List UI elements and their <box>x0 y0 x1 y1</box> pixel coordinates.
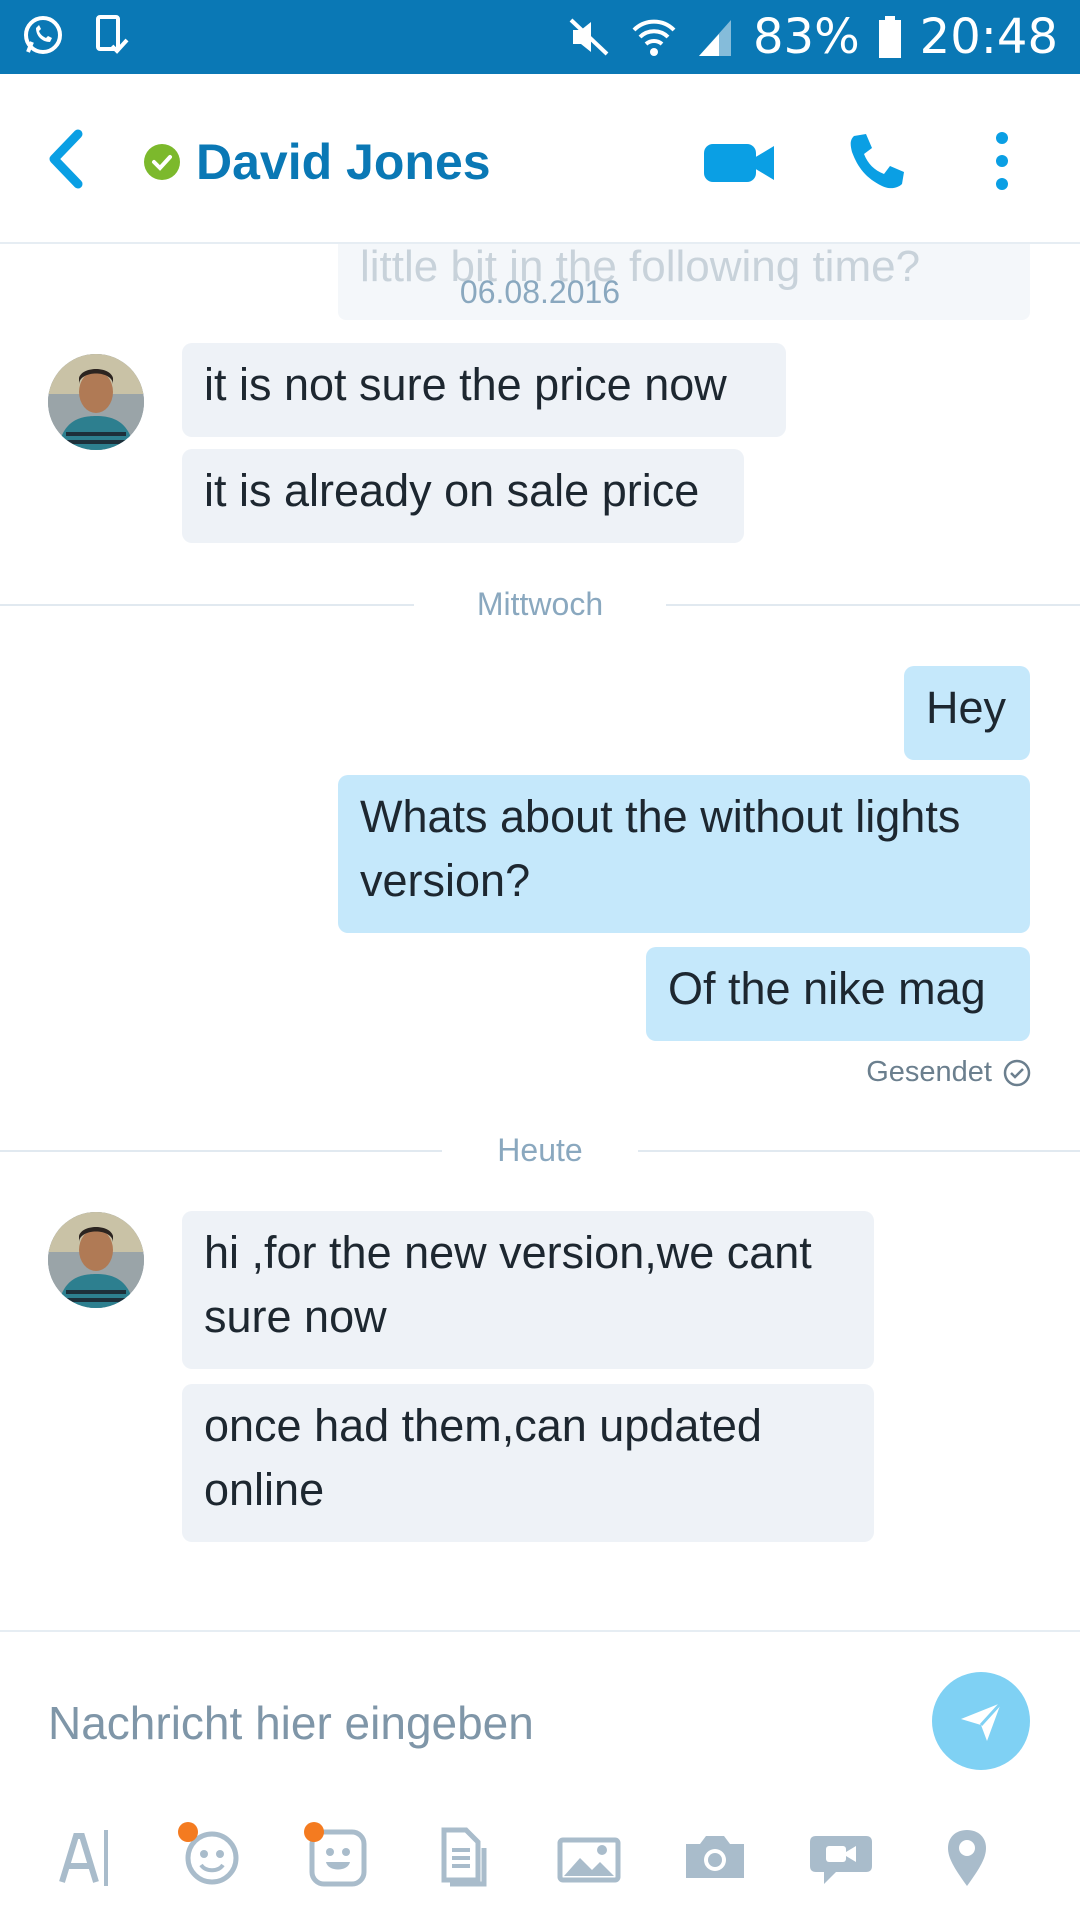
message-bubble-incoming[interactable]: it is not sure the price now <box>182 343 786 437</box>
text-format-button[interactable] <box>52 1822 122 1892</box>
message-bubble-outgoing[interactable]: Whats about the without lights version? <box>338 775 1030 933</box>
message-text: Whats about the without lights version? <box>360 791 961 906</box>
message-list[interactable]: little bit in the following time? 06.08.… <box>0 244 1080 1630</box>
message-text: it is not sure the price now <box>204 359 727 410</box>
wifi-icon <box>631 16 677 58</box>
status-text: Gesendet <box>866 1056 992 1088</box>
back-arrow-icon <box>49 129 83 189</box>
media-icon <box>557 1837 621 1883</box>
send-icon <box>961 1701 1003 1741</box>
location-button[interactable] <box>932 1822 1002 1892</box>
message-bubble-outgoing[interactable]: Hey <box>904 666 1030 760</box>
signal-icon <box>695 16 735 58</box>
media-button[interactable] <box>554 1822 624 1892</box>
whatsapp-icon <box>22 14 64 56</box>
message-input[interactable] <box>48 1688 888 1758</box>
camera-button[interactable] <box>680 1822 750 1892</box>
message-text: Of the nike mag <box>668 963 986 1014</box>
video-call-button[interactable] <box>702 140 776 186</box>
compose-toolbar <box>0 1822 1080 1902</box>
check-circle-icon <box>1003 1059 1031 1086</box>
more-options-button[interactable] <box>986 130 1018 192</box>
status-bar: 83% 20:48 <box>0 0 1080 74</box>
message-bubble-outgoing[interactable]: Of the nike mag <box>646 947 1030 1041</box>
location-icon <box>948 1830 986 1886</box>
file-icon <box>441 1827 487 1887</box>
notification-dot <box>178 1822 198 1842</box>
contact-name[interactable]: David Jones <box>196 132 491 192</box>
notification-dot <box>304 1822 324 1842</box>
message-bubble-incoming[interactable]: hi ,for the new version,we cant sure now <box>182 1211 874 1369</box>
device-check-icon <box>94 14 130 56</box>
file-button[interactable] <box>428 1822 498 1892</box>
avatar[interactable] <box>48 1212 144 1308</box>
date-separator: Heute <box>497 1132 583 1168</box>
emoticon-button[interactable] <box>176 1822 246 1892</box>
video-message-button[interactable] <box>806 1822 876 1892</box>
contact-photo <box>48 354 144 450</box>
message-text: it is already on sale price <box>204 465 700 516</box>
text-format-icon <box>59 1830 108 1886</box>
presence-indicator <box>144 144 180 180</box>
checkmark-icon <box>152 155 172 171</box>
back-button[interactable] <box>42 126 98 192</box>
message-text: once had them,can updated online <box>204 1400 762 1515</box>
avatar[interactable] <box>48 354 144 450</box>
video-call-icon <box>704 144 774 182</box>
battery-icon <box>878 15 902 59</box>
battery-percent: 83% <box>752 9 860 65</box>
date-separator: Mittwoch <box>476 586 604 622</box>
chat-header: David Jones <box>0 74 1080 244</box>
video-message-icon <box>810 1836 872 1884</box>
contact-photo <box>48 1212 144 1308</box>
clock: 20:48 <box>919 9 1058 65</box>
message-text: hi ,for the new version,we cant sure now <box>204 1227 812 1342</box>
message-bubble-incoming[interactable]: it is already on sale price <box>182 449 744 543</box>
message-bubble-incoming[interactable]: once had them,can updated online <box>182 1384 874 1542</box>
moji-button[interactable] <box>302 1822 372 1892</box>
message-text: Hey <box>926 682 1007 733</box>
message-status: Gesendet <box>866 1056 1032 1089</box>
send-button[interactable] <box>932 1672 1030 1770</box>
phone-icon <box>850 134 904 189</box>
voice-call-button[interactable] <box>846 130 908 192</box>
compose-bar <box>0 1630 1080 1920</box>
mute-icon <box>567 16 613 58</box>
date-separator: 06.08.2016 <box>459 274 621 310</box>
more-vertical-icon <box>996 132 1008 190</box>
camera-icon <box>686 1836 744 1878</box>
